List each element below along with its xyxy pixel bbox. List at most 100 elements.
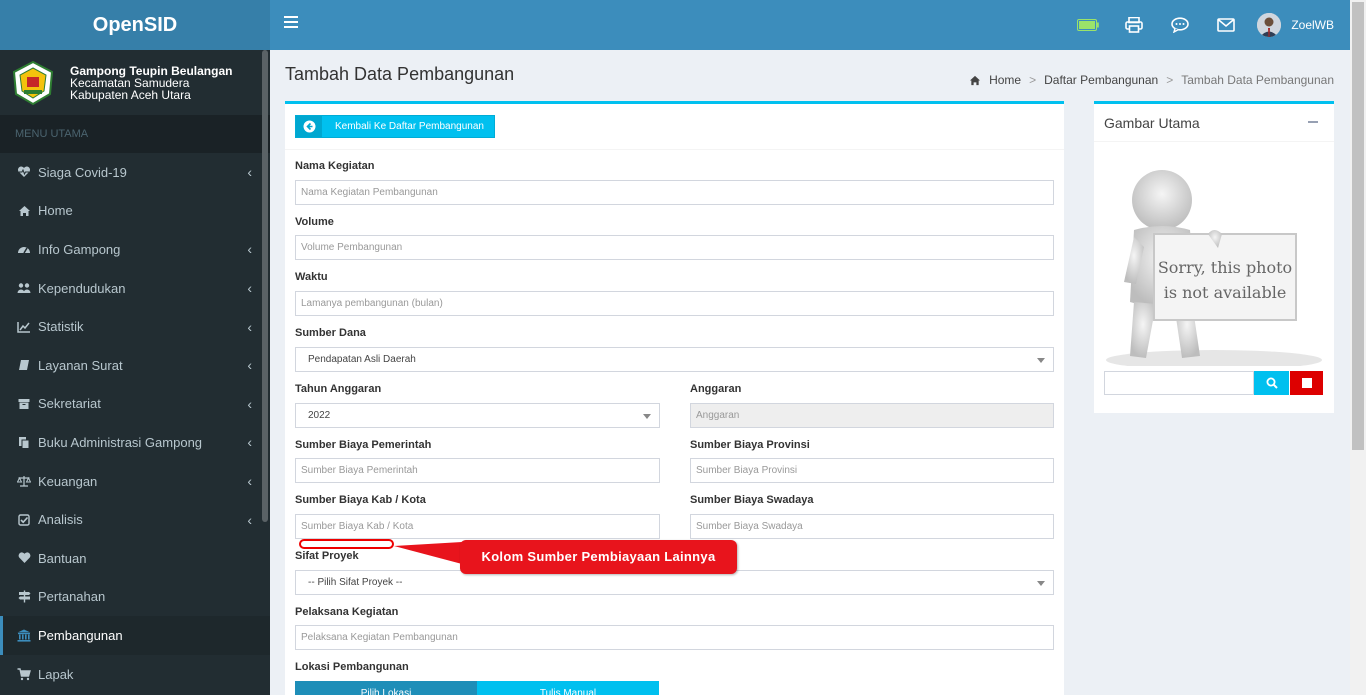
sidebar-item-label: Statistik bbox=[38, 319, 84, 335]
user-menu[interactable]: ZoelWB bbox=[1257, 13, 1334, 37]
sidebar-item-label: Pembangunan bbox=[38, 627, 123, 643]
map-signs-icon bbox=[17, 590, 31, 604]
caret-down-icon bbox=[1037, 358, 1045, 363]
avatar bbox=[1257, 13, 1282, 37]
village-name: Gampong Teupin Beulangan bbox=[70, 63, 233, 78]
breadcrumb-separator: > bbox=[1029, 73, 1037, 87]
sidebar-item-statistik[interactable]: Statistik ‹ bbox=[0, 307, 270, 346]
sidebar-item-pembangunan[interactable]: Pembangunan bbox=[0, 616, 270, 655]
nama-kegiatan-label: Nama Kegiatan bbox=[295, 160, 375, 172]
browse-image-button[interactable] bbox=[1254, 371, 1289, 395]
sidebar-item-lapak[interactable]: Lapak bbox=[0, 655, 270, 694]
sumber-dana-select[interactable]: Pendapatan Asli Daerah bbox=[295, 347, 1054, 372]
village-panel: Gampong Teupin Beulangan Kecamatan Samud… bbox=[0, 50, 270, 115]
caret-down-icon bbox=[1037, 581, 1045, 586]
chevron-left-icon: ‹ bbox=[247, 318, 252, 335]
sidebar-item-label: Lapak bbox=[38, 666, 74, 682]
pelaksana-input[interactable]: Pelaksana Kegiatan Pembangunan bbox=[295, 625, 1054, 650]
sidebar-item-sekretariat[interactable]: Sekretariat ‹ bbox=[0, 385, 270, 424]
tab-tulis-manual[interactable]: Tulis Manual bbox=[477, 681, 659, 695]
biaya-kabkota-input[interactable]: Sumber Biaya Kab / Kota bbox=[295, 514, 660, 539]
chevron-left-icon: ‹ bbox=[247, 511, 252, 528]
chevron-left-icon: ‹ bbox=[247, 434, 252, 451]
chevron-left-icon: ‹ bbox=[247, 241, 252, 258]
sidebar: OpenSID Gampong Teupin Beulangan Kecamat… bbox=[0, 0, 270, 695]
sidebar-item-info-gampong[interactable]: Info Gampong ‹ bbox=[0, 230, 270, 269]
comments-icon[interactable] bbox=[1157, 0, 1203, 50]
breadcrumb: Home > Daftar Pembangunan > Tambah Data … bbox=[969, 73, 1334, 87]
collapse-icon[interactable] bbox=[1308, 121, 1318, 123]
print-icon[interactable] bbox=[1111, 0, 1157, 50]
biaya-kabkota-label: Sumber Biaya Kab / Kota bbox=[295, 494, 426, 506]
check-square-icon bbox=[17, 513, 31, 527]
sidebar-item-pertanahan[interactable]: Pertanahan bbox=[0, 578, 270, 617]
chevron-left-icon: ‹ bbox=[247, 357, 252, 374]
balance-scale-icon bbox=[17, 474, 31, 488]
main-image-title: Gambar Utama bbox=[1104, 115, 1200, 131]
tahun-anggaran-label: Tahun Anggaran bbox=[295, 383, 382, 395]
volume-input[interactable]: Volume Pembangunan bbox=[295, 235, 1054, 260]
menu-toggle-icon[interactable] bbox=[284, 16, 298, 30]
sidebar-item-buku-administrasi[interactable]: Buku Administrasi Gampong ‹ bbox=[0, 423, 270, 462]
institution-icon bbox=[17, 628, 31, 642]
sidebar-item-label: Keuangan bbox=[38, 473, 98, 489]
tahun-anggaran-value: 2022 bbox=[308, 410, 331, 421]
sumber-dana-value: Pendapatan Asli Daerah bbox=[308, 354, 416, 365]
sidebar-item-kependudukan[interactable]: Kependudukan ‹ bbox=[0, 269, 270, 308]
sidebar-item-home[interactable]: Home bbox=[0, 192, 270, 231]
page-scrollbar[interactable] bbox=[1350, 0, 1366, 695]
copy-icon bbox=[17, 435, 31, 449]
username: ZoelWB bbox=[1291, 18, 1334, 32]
callout-pointer bbox=[394, 542, 462, 564]
book-icon bbox=[17, 358, 31, 372]
anggaran-label: Anggaran bbox=[690, 383, 742, 395]
remove-image-button[interactable] bbox=[1290, 371, 1323, 395]
chevron-left-icon: ‹ bbox=[247, 164, 252, 181]
back-button-label: Kembali Ke Daftar Pembangunan bbox=[335, 121, 484, 132]
sidebar-item-label: Info Gampong bbox=[38, 241, 121, 257]
menu-header: MENU UTAMA bbox=[0, 115, 270, 153]
highlight-oval bbox=[299, 539, 394, 549]
breadcrumb-home[interactable]: Home bbox=[989, 73, 1021, 87]
sidebar-item-keuangan[interactable]: Keuangan ‹ bbox=[0, 462, 270, 501]
battery-icon[interactable] bbox=[1065, 0, 1111, 50]
sidebar-item-bantuan[interactable]: Bantuan bbox=[0, 539, 270, 578]
home-icon bbox=[17, 204, 31, 218]
sifat-proyek-value: -- Pilih Sifat Proyek -- bbox=[308, 577, 403, 588]
biaya-pemerintah-label: Sumber Biaya Pemerintah bbox=[295, 439, 432, 451]
nama-kegiatan-input[interactable]: Nama Kegiatan Pembangunan bbox=[295, 180, 1054, 205]
photo-text-line1: Sorry, this photo bbox=[1158, 258, 1292, 277]
annotation-callout: Kolom Sumber Pembiayaan Lainnya bbox=[460, 540, 737, 574]
arrow-circle-left-icon bbox=[296, 116, 322, 137]
tahun-anggaran-select[interactable]: 2022 bbox=[295, 403, 660, 428]
line-chart-icon bbox=[17, 320, 31, 334]
breadcrumb-current: Tambah Data Pembangunan bbox=[1181, 73, 1334, 87]
breadcrumb-daftar[interactable]: Daftar Pembangunan bbox=[1044, 73, 1158, 87]
biaya-provinsi-input[interactable]: Sumber Biaya Provinsi bbox=[690, 458, 1054, 483]
waktu-input[interactable]: Lamanya pembangunan (bulan) bbox=[295, 291, 1054, 316]
main-image-box: Gambar Utama Sorry, this photo is not av… bbox=[1094, 101, 1334, 413]
search-icon bbox=[1266, 377, 1278, 389]
biaya-provinsi-label: Sumber Biaya Provinsi bbox=[690, 439, 810, 451]
caret-down-icon bbox=[643, 414, 651, 419]
sidebar-item-layanan-surat[interactable]: Layanan Surat ‹ bbox=[0, 346, 270, 385]
sidebar-item-analisis[interactable]: Analisis ‹ bbox=[0, 500, 270, 539]
envelope-icon[interactable] bbox=[1203, 0, 1249, 50]
heartbeat-icon bbox=[17, 165, 31, 179]
heart-icon bbox=[17, 551, 31, 565]
sidebar-item-label: Bantuan bbox=[38, 550, 87, 566]
sidebar-item-label: Buku Administrasi Gampong bbox=[38, 434, 203, 450]
tab-pilih-lokasi[interactable]: Pilih Lokasi bbox=[295, 681, 477, 695]
dashboard-icon bbox=[17, 242, 31, 256]
photo-text-line2: is not available bbox=[1164, 283, 1287, 302]
app-logo[interactable]: OpenSID bbox=[0, 0, 270, 50]
page-title: Tambah Data Pembangunan bbox=[285, 64, 515, 84]
anggaran-input: Anggaran bbox=[690, 403, 1054, 428]
biaya-swadaya-input[interactable]: Sumber Biaya Swadaya bbox=[690, 514, 1054, 539]
image-file-input[interactable] bbox=[1104, 371, 1254, 395]
sidebar-item-siaga-covid[interactable]: Siaga Covid-19 ‹ bbox=[0, 153, 270, 192]
sifat-proyek-label: Sifat Proyek bbox=[295, 550, 359, 562]
back-to-list-button[interactable]: Kembali Ke Daftar Pembangunan bbox=[295, 115, 495, 138]
biaya-pemerintah-input[interactable]: Sumber Biaya Pemerintah bbox=[295, 458, 660, 483]
sidebar-scrollbar[interactable] bbox=[262, 50, 268, 522]
